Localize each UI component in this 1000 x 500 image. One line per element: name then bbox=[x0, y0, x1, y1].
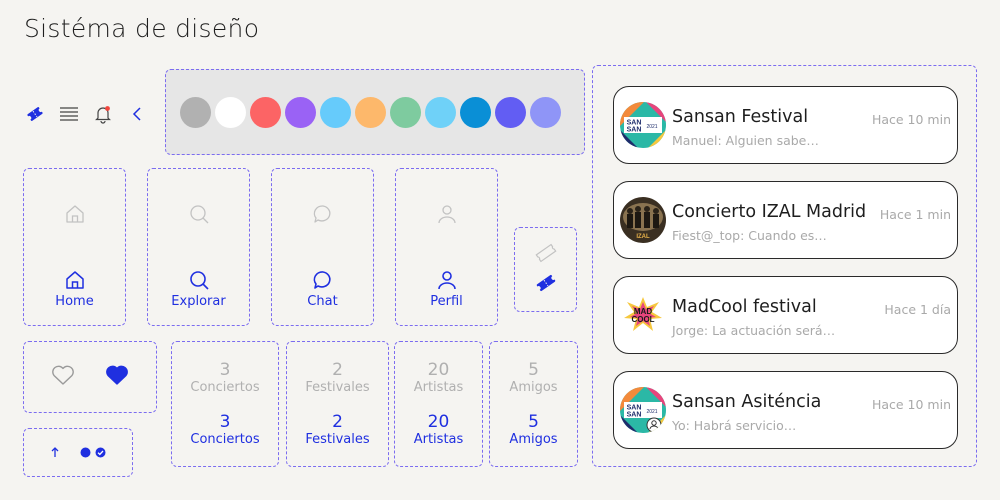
chat-card-sansan-festival[interactable]: SAN SAN 2021 Sansan Festival Manuel: Alg… bbox=[613, 86, 958, 164]
home-icon-inactive bbox=[64, 199, 86, 229]
nav-label-explorar[interactable]: Explorar bbox=[171, 294, 225, 309]
chat-time: Hace 1 día bbox=[884, 302, 951, 317]
sansan-logo-avatar: SAN SAN 2021 bbox=[620, 387, 666, 433]
color-swatch[interactable] bbox=[180, 96, 211, 128]
color-swatch[interactable] bbox=[250, 96, 281, 128]
stat-label: Conciertos bbox=[190, 432, 260, 447]
chat-bubble-icon-inactive bbox=[312, 199, 334, 229]
like-toggle-group bbox=[23, 341, 157, 413]
chat-bubble-icon bbox=[312, 266, 334, 294]
chat-list-panel: SAN SAN 2021 Sansan Festival Manuel: Alg… bbox=[592, 65, 977, 467]
logo-year: 2021 bbox=[646, 124, 657, 130]
stat-label-inactive: Festivales bbox=[305, 380, 370, 395]
stat-label: Festivales bbox=[305, 432, 370, 447]
stat-label-inactive: Artistas bbox=[413, 380, 464, 395]
madcool-line2: COOL bbox=[631, 315, 654, 324]
chat-last-message: Fiest@_top: Cuando es… bbox=[672, 228, 827, 243]
stat-value: 20 bbox=[427, 412, 450, 432]
stat-conciertos: 3 Conciertos 3 Conciertos bbox=[171, 341, 279, 467]
izal-text: IZAL bbox=[636, 234, 650, 240]
color-swatch[interactable] bbox=[460, 96, 491, 128]
stat-festivales: 2 Festivales 2 Festivales bbox=[286, 341, 389, 467]
chat-card-sansan-asistencia[interactable]: SAN SAN 2021 Sansan Asiténcia Yo: Habrá … bbox=[613, 371, 958, 449]
stat-value-inactive: 2 bbox=[332, 360, 343, 380]
color-swatch[interactable] bbox=[320, 96, 351, 128]
logo-line2: SAN bbox=[627, 412, 642, 419]
chat-time: Hace 10 min bbox=[871, 112, 951, 127]
page-title: Sistéma de diseño bbox=[24, 14, 260, 43]
color-swatch[interactable] bbox=[495, 96, 526, 128]
stat-amigos: 5 Amigos 5 Amigos bbox=[489, 341, 578, 467]
chat-last-message: Manuel: Alguien sabe… bbox=[672, 133, 819, 148]
user-icon-inactive bbox=[436, 199, 458, 229]
chat-last-message: Jorge: La actuación será… bbox=[672, 323, 836, 338]
stat-label: Artistas bbox=[413, 432, 464, 447]
nav-item-perfil[interactable]: Perfil bbox=[395, 168, 498, 326]
chat-time: Hace 1 min bbox=[879, 207, 951, 222]
nav-label-perfil[interactable]: Perfil bbox=[430, 294, 463, 309]
chat-name: Sansan Festival bbox=[672, 107, 809, 127]
bell-notification-icon[interactable] bbox=[86, 97, 120, 131]
stat-label-inactive: Amigos bbox=[509, 380, 558, 395]
color-swatch[interactable] bbox=[530, 96, 561, 128]
search-icon bbox=[188, 266, 210, 294]
list-icon[interactable] bbox=[52, 97, 86, 131]
stat-value: 5 bbox=[528, 412, 539, 432]
ticket-icon-active bbox=[534, 272, 558, 298]
stat-value-inactive: 5 bbox=[528, 360, 539, 380]
logo-line1: SAN bbox=[627, 405, 642, 412]
chat-last-message: Yo: Habrá servicio… bbox=[672, 418, 797, 433]
nav-item-home[interactable]: Home bbox=[23, 168, 126, 326]
stat-value: 2 bbox=[332, 412, 343, 432]
sansan-logo-avatar: SAN SAN 2021 bbox=[620, 102, 666, 148]
izal-photo-avatar: IZAL bbox=[620, 197, 666, 243]
status-dots bbox=[80, 443, 106, 462]
chat-name: MadCool festival bbox=[672, 297, 817, 317]
chat-card-madcool[interactable]: MAD COOL MadCool festival Jorge: La actu… bbox=[613, 276, 958, 354]
heart-filled-icon[interactable] bbox=[104, 363, 130, 391]
user-icon bbox=[436, 266, 458, 294]
ticket-outline-icon bbox=[534, 242, 558, 268]
color-swatch[interactable] bbox=[355, 96, 386, 128]
ticket-toggle[interactable] bbox=[514, 227, 577, 312]
stat-label-inactive: Conciertos bbox=[190, 380, 260, 395]
nav-label-chat[interactable]: Chat bbox=[307, 294, 337, 309]
logo-year: 2021 bbox=[646, 409, 657, 415]
chat-card-concierto-izal[interactable]: IZAL Concierto IZAL Madrid Fiest@_top: C… bbox=[613, 181, 958, 259]
color-swatch[interactable] bbox=[285, 96, 316, 128]
toolbar-icons bbox=[18, 96, 158, 132]
color-palette bbox=[165, 69, 585, 155]
chevron-left-icon[interactable] bbox=[120, 97, 154, 131]
color-swatch[interactable] bbox=[425, 96, 456, 128]
stat-value-inactive: 3 bbox=[219, 360, 231, 380]
dot-icon bbox=[80, 443, 91, 462]
check-circle-icon bbox=[95, 443, 106, 462]
color-swatch[interactable] bbox=[215, 96, 246, 128]
color-swatch[interactable] bbox=[390, 96, 421, 128]
nav-label-home[interactable]: Home bbox=[55, 294, 93, 309]
stat-value: 3 bbox=[219, 412, 231, 432]
ticket-icon[interactable] bbox=[18, 97, 52, 131]
home-icon bbox=[64, 266, 86, 294]
chat-time: Hace 10 min bbox=[871, 397, 951, 412]
stat-value-inactive: 20 bbox=[427, 360, 450, 380]
mini-icons-group bbox=[23, 428, 133, 477]
arrow-up-icon[interactable] bbox=[50, 443, 60, 462]
logo-line2: SAN bbox=[627, 127, 642, 134]
chat-name: Sansan Asiténcia bbox=[672, 392, 822, 412]
chat-name: Concierto IZAL Madrid bbox=[672, 202, 867, 222]
logo-line1: SAN bbox=[627, 120, 642, 127]
stat-label: Amigos bbox=[509, 432, 558, 447]
heart-outline-icon[interactable] bbox=[50, 363, 76, 391]
nav-item-explorar[interactable]: Explorar bbox=[147, 168, 250, 326]
nav-item-chat[interactable]: Chat bbox=[271, 168, 374, 326]
search-icon-inactive bbox=[188, 199, 210, 229]
stat-artistas: 20 Artistas 20 Artistas bbox=[394, 341, 483, 467]
madcool-logo-avatar: MAD COOL bbox=[620, 292, 666, 338]
